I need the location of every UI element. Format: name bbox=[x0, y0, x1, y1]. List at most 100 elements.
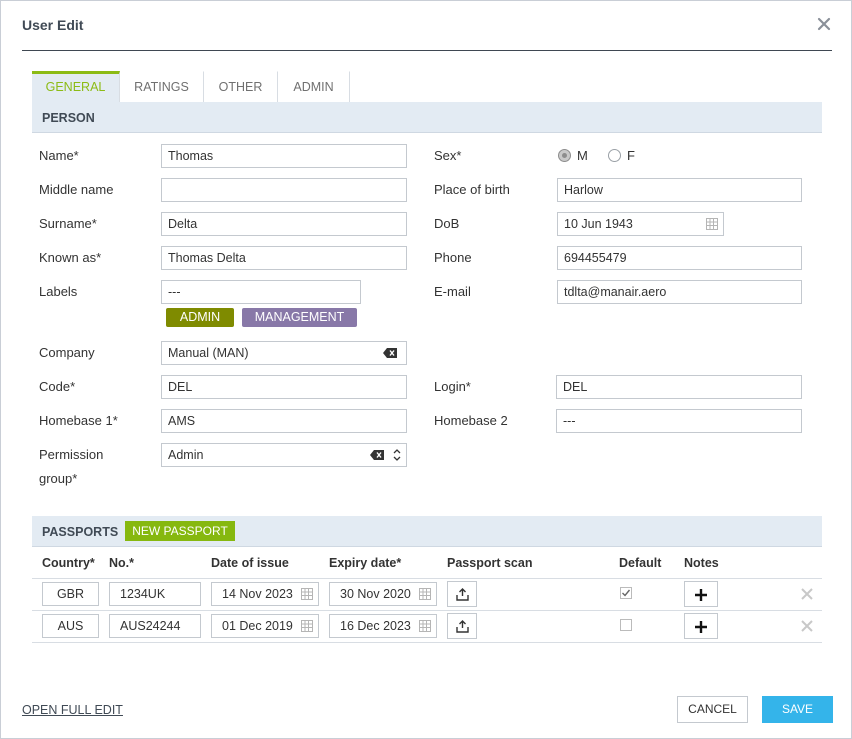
tab-other[interactable]: OTHER bbox=[204, 71, 278, 102]
passport-expiry-value: 30 Nov 2020 bbox=[340, 587, 411, 601]
place-of-birth-value: Harlow bbox=[564, 183, 603, 197]
login-value: DEL bbox=[563, 380, 588, 394]
new-passport-button[interactable]: NEW PASSPORT bbox=[125, 521, 235, 541]
passport-issue-value: 14 Nov 2023 bbox=[222, 587, 293, 601]
calendar-icon[interactable] bbox=[301, 620, 313, 632]
title-divider bbox=[22, 50, 832, 51]
code-input[interactable]: DEL bbox=[161, 375, 407, 399]
passport-number-value: AUS24244 bbox=[120, 619, 181, 633]
col-default: Default bbox=[619, 556, 662, 570]
upload-scan-button[interactable] bbox=[447, 613, 477, 639]
calendar-icon[interactable] bbox=[419, 588, 431, 600]
updown-chevron-icon[interactable] bbox=[393, 448, 401, 462]
cancel-button[interactable]: CANCEL bbox=[677, 696, 748, 723]
calendar-icon[interactable] bbox=[706, 218, 718, 230]
company-select[interactable]: Manual (MAN) bbox=[161, 341, 407, 365]
default-checkbox[interactable] bbox=[620, 587, 632, 599]
passport-country-input[interactable]: GBR bbox=[42, 582, 99, 606]
surname-input[interactable]: Delta bbox=[161, 212, 407, 236]
passport-number-input[interactable]: 1234UK bbox=[109, 582, 201, 606]
plus-icon bbox=[695, 621, 707, 633]
labels-label: Labels bbox=[39, 284, 78, 299]
homebase1-value: AMS bbox=[168, 414, 196, 428]
permission-group-select[interactable]: Admin bbox=[161, 443, 407, 467]
homebase2-input[interactable]: --- bbox=[556, 409, 802, 433]
sex-radio-f[interactable] bbox=[608, 149, 621, 162]
upload-icon bbox=[456, 620, 469, 633]
sex-f-label: F bbox=[627, 148, 635, 163]
labels-select[interactable]: --- bbox=[161, 280, 361, 304]
passport-number-input[interactable]: AUS24244 bbox=[109, 614, 201, 638]
tab-general[interactable]: GENERAL bbox=[32, 71, 120, 102]
passport-expiry-input[interactable]: 16 Dec 2023 bbox=[329, 614, 437, 638]
default-checkbox[interactable] bbox=[620, 619, 632, 631]
plus-icon bbox=[695, 589, 707, 601]
passport-expiry-input[interactable]: 30 Nov 2020 bbox=[329, 582, 437, 606]
middle-name-input[interactable] bbox=[161, 178, 407, 202]
close-icon[interactable] bbox=[815, 15, 833, 33]
row-divider bbox=[32, 610, 822, 611]
calendar-icon[interactable] bbox=[419, 620, 431, 632]
homebase1-label: Homebase 1* bbox=[39, 413, 118, 428]
homebase2-label: Homebase 2 bbox=[434, 413, 508, 428]
add-note-button[interactable] bbox=[684, 581, 718, 607]
phone-input[interactable]: 694455479 bbox=[557, 246, 802, 270]
company-label: Company bbox=[39, 345, 95, 360]
surname-label: Surname* bbox=[39, 216, 97, 231]
open-full-edit-link[interactable]: OPEN FULL EDIT bbox=[22, 703, 123, 717]
passport-number-value: 1234UK bbox=[120, 587, 166, 601]
passport-issue-input[interactable]: 01 Dec 2019 bbox=[211, 614, 319, 638]
email-label: E-mail bbox=[434, 284, 471, 299]
place-of-birth-input[interactable]: Harlow bbox=[557, 178, 802, 202]
clear-icon[interactable] bbox=[370, 450, 384, 460]
calendar-icon[interactable] bbox=[301, 588, 313, 600]
row-divider bbox=[32, 578, 822, 579]
login-input[interactable]: DEL bbox=[556, 375, 802, 399]
passports-section-title: PASSPORTS bbox=[42, 525, 119, 539]
email-value: tdlta@manair.aero bbox=[564, 285, 667, 299]
permission-group-label-line2: group* bbox=[39, 471, 78, 486]
passport-country-input[interactable]: AUS bbox=[42, 614, 99, 638]
upload-scan-button[interactable] bbox=[447, 581, 477, 607]
passport-issue-value: 01 Dec 2019 bbox=[222, 619, 293, 633]
col-country: Country* bbox=[42, 556, 95, 570]
name-input[interactable]: Thomas bbox=[161, 144, 407, 168]
surname-value: Delta bbox=[168, 217, 198, 231]
company-value: Manual (MAN) bbox=[168, 346, 249, 360]
delete-row-icon[interactable] bbox=[800, 587, 814, 601]
col-notes: Notes bbox=[684, 556, 719, 570]
dob-input[interactable]: 10 Jun 1943 bbox=[557, 212, 724, 236]
login-label: Login* bbox=[434, 379, 471, 394]
col-date-of-issue: Date of issue bbox=[211, 556, 289, 570]
sex-label: Sex* bbox=[434, 148, 462, 163]
passport-country-value: GBR bbox=[56, 587, 85, 601]
sex-m-label: M bbox=[577, 148, 588, 163]
delete-row-icon[interactable] bbox=[800, 619, 814, 633]
person-section-title: PERSON bbox=[42, 111, 95, 125]
known-as-label: Known as* bbox=[39, 250, 102, 265]
person-section-header: PERSON bbox=[32, 102, 822, 133]
email-input[interactable]: tdlta@manair.aero bbox=[557, 280, 802, 304]
add-note-button[interactable] bbox=[684, 613, 718, 639]
tab-ratings[interactable]: RATINGS bbox=[120, 71, 204, 102]
tab-admin[interactable]: ADMIN bbox=[278, 71, 350, 102]
code-label: Code* bbox=[39, 379, 76, 394]
phone-label: Phone bbox=[434, 250, 472, 265]
dialog-title: User Edit bbox=[22, 17, 84, 33]
tag-management[interactable]: MANAGEMENT bbox=[242, 308, 357, 327]
permission-group-label: Permission bbox=[39, 447, 104, 462]
passport-country-value: AUS bbox=[57, 619, 84, 633]
known-as-input[interactable]: Thomas Delta bbox=[161, 246, 407, 270]
passport-expiry-value: 16 Dec 2023 bbox=[340, 619, 411, 633]
col-expiry-date: Expiry date* bbox=[329, 556, 402, 570]
sex-radio-m[interactable] bbox=[558, 149, 571, 162]
name-value: Thomas bbox=[168, 149, 214, 163]
save-button[interactable]: SAVE bbox=[762, 696, 833, 723]
passport-issue-input[interactable]: 14 Nov 2023 bbox=[211, 582, 319, 606]
code-value: DEL bbox=[168, 380, 193, 394]
homebase2-value: --- bbox=[563, 414, 576, 428]
tag-admin[interactable]: ADMIN bbox=[166, 308, 234, 327]
homebase1-input[interactable]: AMS bbox=[161, 409, 407, 433]
clear-icon[interactable] bbox=[383, 348, 397, 358]
tab-bar: GENERAL RATINGS OTHER ADMIN bbox=[32, 71, 350, 102]
